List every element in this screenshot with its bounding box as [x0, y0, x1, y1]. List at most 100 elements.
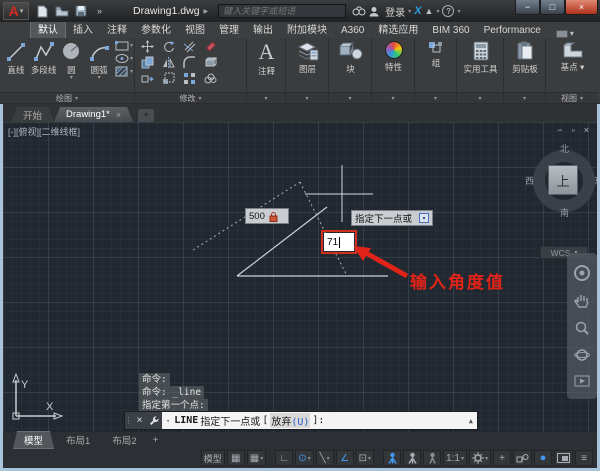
copy-button[interactable]	[137, 56, 158, 69]
orbit-icon[interactable]	[574, 347, 590, 363]
workspace-switching-button[interactable]: ▾	[469, 450, 491, 466]
tab-bim360[interactable]: BIM 360	[425, 23, 476, 38]
panel-label-block[interactable]: ▾	[329, 92, 371, 103]
ellipse-tool-button[interactable]: ▾	[115, 53, 133, 64]
block-button[interactable]: 块	[329, 38, 371, 92]
close-button[interactable]: ×	[565, 0, 598, 15]
more-options-icon[interactable]: ▾	[419, 213, 429, 223]
panel-label-utilities[interactable]: ▾	[457, 92, 503, 103]
viewcube-north[interactable]: 北	[560, 142, 569, 155]
arc-button[interactable]: 圆弧 ▾	[85, 40, 113, 81]
panel-label-modify[interactable]: 修改▾	[135, 92, 246, 103]
showmotion-icon[interactable]	[574, 374, 590, 388]
fullscreen-button[interactable]	[554, 450, 573, 466]
utilities-button[interactable]: 实用工具	[457, 38, 503, 92]
annotation-visibility-button[interactable]	[383, 450, 401, 466]
clipboard-button[interactable]: 剪贴板	[504, 38, 545, 92]
command-close-button[interactable]: ×	[132, 412, 147, 429]
isometric-drafting-button[interactable]: ╲▾	[316, 450, 334, 466]
stretch-button[interactable]	[137, 72, 158, 85]
model-space-button[interactable]: 模型	[201, 450, 225, 466]
customize-button[interactable]	[147, 412, 162, 429]
command-input[interactable]: ▾ LINE 指定下一点或 [放弃(U)]: ▲	[162, 412, 477, 429]
status-menu-button[interactable]: ≡	[575, 450, 593, 466]
help-chevron-icon[interactable]: ▾	[457, 8, 460, 15]
drawing-canvas[interactable]: [-][俯视][二维线框] − ▫ × 500 指定下一点或	[3, 122, 597, 432]
autoscale-button[interactable]	[403, 450, 421, 466]
mirror-button[interactable]	[158, 56, 179, 69]
ribbon-display-button[interactable]: ▾	[556, 29, 574, 38]
scale-button[interactable]	[158, 72, 179, 85]
polar-tracking-button[interactable]: ⊙▾	[295, 450, 313, 466]
new-layout-button[interactable]: +	[153, 435, 159, 446]
viewcube-west[interactable]: 西	[525, 174, 534, 187]
title-flyout-icon[interactable]: ▶	[204, 8, 209, 15]
customization-button[interactable]: +	[493, 450, 511, 466]
expand-history-icon[interactable]: ▲	[469, 417, 473, 425]
tab-model[interactable]: 模型	[13, 431, 54, 449]
app-menu-button[interactable]: A▾	[3, 2, 29, 20]
hatch-tool-button[interactable]: ▾	[115, 66, 133, 77]
save-button[interactable]	[73, 4, 88, 18]
revcloud-button[interactable]	[200, 72, 221, 85]
tab-a360[interactable]: A360	[334, 23, 371, 38]
viewcube[interactable]: 上 北 南 西 东	[531, 144, 597, 212]
command-option[interactable]: 放弃(U)	[270, 413, 310, 428]
panel-label-properties[interactable]: ▾	[372, 92, 414, 103]
file-tab-start[interactable]: 开始	[11, 107, 54, 122]
drag-handle-icon[interactable]: ⋮	[125, 412, 132, 429]
a360-icon[interactable]: ▲	[425, 6, 434, 16]
recent-commands-icon[interactable]: ▾	[166, 417, 170, 425]
annotate-button[interactable]: A 注释	[247, 38, 285, 92]
signin-chevron-icon[interactable]: ▾	[408, 8, 411, 15]
circle-button[interactable]: 圆 ▾	[58, 40, 86, 81]
snap-mode-button[interactable]: ▦▾	[247, 450, 266, 466]
search-binoculars-icon[interactable]	[352, 6, 366, 16]
grid-display-button[interactable]: ▦	[227, 450, 245, 466]
maximize-button[interactable]: □	[540, 0, 565, 15]
viewcube-south[interactable]: 南	[560, 206, 569, 219]
annotation-scale-sync-button[interactable]	[423, 450, 441, 466]
isolate-objects-button[interactable]	[513, 450, 532, 466]
panel-label-view[interactable]: 视图▾	[546, 92, 598, 103]
object-snap-button[interactable]: ⊡▾	[356, 450, 374, 466]
file-tab-drawing1[interactable]: Drawing1* ×	[54, 107, 133, 122]
new-file-button[interactable]	[35, 4, 50, 18]
tab-layout2[interactable]: 布局2	[102, 432, 146, 448]
a360-chevron-icon[interactable]: ▾	[436, 8, 439, 15]
fillet-button[interactable]	[179, 56, 200, 69]
rotate-button[interactable]	[158, 40, 179, 53]
chevron-down-icon[interactable]: ▾	[70, 76, 73, 81]
angle-input-field[interactable]: 71	[324, 233, 354, 251]
panel-label-annotate[interactable]: ▾	[247, 92, 285, 103]
line-button[interactable]: 直线	[2, 40, 30, 76]
exchange-apps-icon[interactable]: X	[414, 5, 421, 17]
new-tab-button[interactable]: +	[138, 109, 154, 122]
open-file-button[interactable]	[54, 4, 69, 18]
trim-button[interactable]	[179, 40, 200, 53]
viewcube-east[interactable]: 东	[594, 174, 597, 187]
chevron-down-icon[interactable]: ▾	[98, 76, 101, 81]
minimize-button[interactable]: −	[515, 0, 540, 15]
group-button[interactable]: 组	[415, 38, 456, 92]
viewcube-top-face[interactable]: 上	[548, 165, 578, 195]
navigation-wheel-icon[interactable]	[573, 264, 591, 282]
search-input[interactable]	[218, 4, 346, 18]
length-input-field[interactable]: 500	[245, 208, 289, 224]
panel-label-layers[interactable]: ▾	[286, 92, 328, 103]
explode-button[interactable]	[200, 56, 221, 69]
object-snap-tracking-button[interactable]: ∠	[336, 450, 354, 466]
zoom-icon[interactable]	[574, 320, 590, 336]
panel-label-clipboard[interactable]: ▾	[504, 92, 545, 103]
annotation-scale-dropdown[interactable]: 1:1▾	[443, 450, 467, 466]
panel-label-draw[interactable]: 绘图▾	[0, 92, 134, 103]
move-button[interactable]	[137, 40, 158, 53]
tab-performance[interactable]: Performance	[477, 23, 548, 38]
ortho-mode-button[interactable]: ∟	[275, 450, 293, 466]
clean-screen-button[interactable]: ●	[534, 450, 552, 466]
layers-button[interactable]: 图层	[286, 38, 328, 92]
sign-in-button[interactable]: 登录	[385, 4, 405, 19]
tab-close-icon[interactable]: ×	[116, 110, 121, 120]
properties-button[interactable]: 特性	[372, 38, 414, 92]
tab-layout1[interactable]: 布局1	[56, 432, 100, 448]
